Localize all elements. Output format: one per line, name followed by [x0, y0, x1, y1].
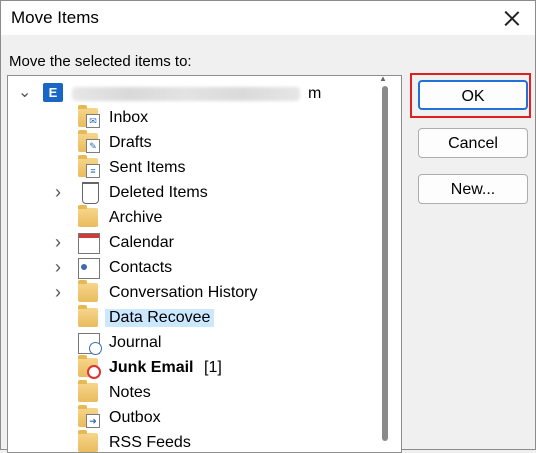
folder-row[interactable]: › Calendar	[8, 231, 348, 255]
folder-tree[interactable]: ⌄ E m ✉ Inbox ✎ Drafts ≡ Sent Items › Deleted I…	[7, 75, 402, 453]
folder-label: Deleted Items	[109, 184, 208, 201]
account-email-tail: m	[308, 85, 322, 102]
folder-row[interactable]: › Deleted Items	[8, 181, 348, 205]
scrollbar-thumb[interactable]	[382, 86, 388, 441]
scroll-up-arrow-icon[interactable]: ▲	[379, 76, 387, 83]
outbox-folder-icon: ➜	[78, 405, 100, 428]
folder-icon	[78, 305, 98, 327]
folder-icon	[78, 280, 98, 302]
dialog-title: Move Items	[11, 8, 99, 27]
move-prompt-label: Move the selected items to:	[9, 53, 192, 70]
folder-row[interactable]: Archive	[8, 205, 348, 230]
folder-row[interactable]: Notes	[8, 380, 348, 405]
contacts-icon	[78, 258, 100, 279]
junk-email-icon	[78, 355, 101, 379]
folder-icon	[78, 430, 98, 452]
sent-items-folder-icon: ≡	[78, 155, 100, 178]
drafts-folder-icon: ✎	[78, 130, 100, 153]
move-items-dialog: Move Items Move the selected items to: ⌄…	[0, 0, 536, 453]
calendar-icon	[78, 233, 100, 254]
folder-row[interactable]: › Contacts	[8, 256, 348, 280]
collapse-chevron-icon[interactable]: ⌄	[18, 82, 31, 102]
folder-label: Conversation History	[109, 284, 258, 301]
trash-icon	[82, 182, 99, 204]
expand-chevron-icon[interactable]: ›	[52, 182, 64, 203]
folder-label: Drafts	[109, 134, 152, 151]
expand-chevron-icon[interactable]: ›	[52, 232, 64, 253]
folder-row[interactable]: ✉ Inbox	[8, 105, 348, 130]
folder-row[interactable]: ≡ Sent Items	[8, 155, 348, 180]
folder-label: Calendar	[109, 234, 174, 251]
exchange-account-icon: E	[43, 83, 63, 102]
expand-chevron-icon[interactable]: ›	[52, 257, 64, 278]
folder-row[interactable]: Junk Email [1]	[8, 355, 348, 380]
cancel-button[interactable]: Cancel	[418, 128, 528, 158]
folder-row[interactable]: ✎ Drafts	[8, 130, 348, 155]
new-folder-button[interactable]: New...	[418, 174, 528, 204]
account-email-redacted	[72, 87, 300, 101]
folder-label: Junk Email	[109, 359, 194, 376]
folder-label: Contacts	[109, 259, 173, 276]
folder-row[interactable]: Data Recovee	[8, 305, 348, 330]
expand-chevron-icon[interactable]: ›	[52, 282, 64, 303]
folder-label: Sent Items	[109, 159, 186, 176]
folder-row[interactable]: › Conversation History	[8, 280, 348, 305]
folder-label: Outbox	[109, 409, 161, 426]
folder-label: RSS Feeds	[109, 434, 191, 451]
folder-label: Notes	[109, 384, 151, 401]
inbox-folder-icon: ✉	[78, 105, 100, 128]
folder-label: Archive	[109, 209, 163, 226]
folder-label: Journal	[109, 334, 162, 351]
unread-count-badge: [1]	[204, 359, 222, 376]
folder-icon	[78, 380, 98, 402]
folder-label: Inbox	[109, 109, 149, 126]
journal-icon	[78, 333, 102, 355]
account-row[interactable]: ⌄ E m	[8, 82, 348, 106]
folder-row[interactable]: ➜ Outbox	[8, 405, 348, 430]
title-bar: Move Items	[1, 1, 535, 35]
folder-row[interactable]: Journal	[8, 331, 348, 355]
close-icon[interactable]	[497, 3, 527, 33]
folder-icon	[78, 205, 98, 227]
folder-label: Data Recovee	[105, 309, 215, 327]
ok-button[interactable]: OK	[418, 80, 528, 110]
